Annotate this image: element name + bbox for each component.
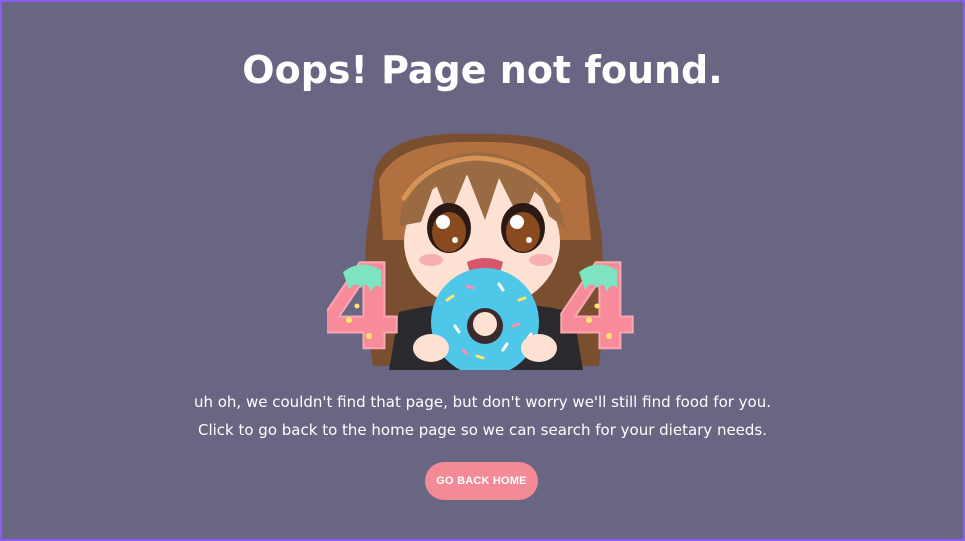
girl-eating-donut-404-illustration: 4 4 xyxy=(327,133,639,370)
message-line-1: uh oh, we couldn't find that page, but d… xyxy=(193,393,772,411)
message-line-2: Click to go back to the home page so we … xyxy=(197,421,768,439)
not-found-message: uh oh, we couldn't find that page, but d… xyxy=(2,388,963,444)
go-back-home-button[interactable]: GO BACK HOME xyxy=(425,462,538,500)
left-digit: 4 xyxy=(327,238,402,370)
not-found-page: Oops! Page not found. 4 4 uh oh, we coul… xyxy=(0,0,965,541)
page-title: Oops! Page not found. xyxy=(242,48,723,92)
